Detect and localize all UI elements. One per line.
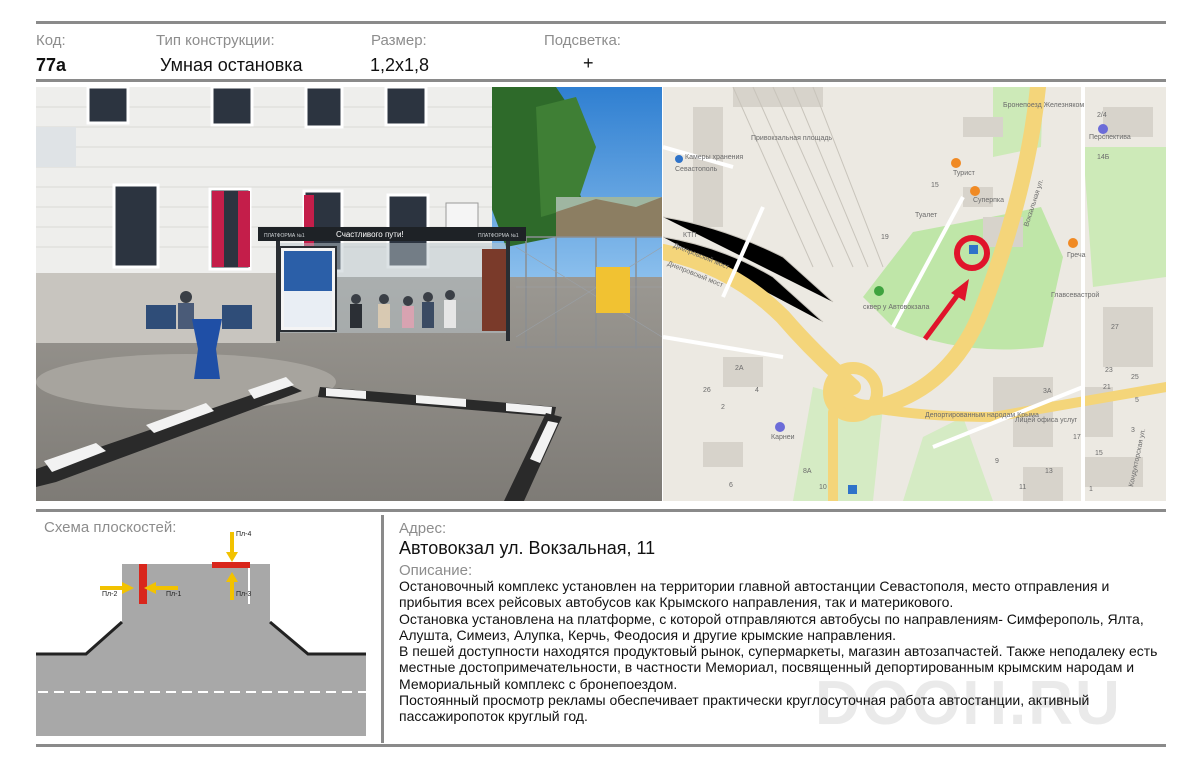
- description-paragraph: Остановочный комплекс установлен на терр…: [399, 578, 1110, 611]
- plane-scheme: Пл-4 Пл-2 Пл-1 Пл-3: [36, 531, 366, 736]
- house-number: 8А: [803, 468, 812, 475]
- location-photo: Счастливого пути! ПЛАТФОРМА №1 ПЛАТФОРМА…: [36, 87, 662, 501]
- map-label-bronepoezd: Бронепоезд Железняком: [1003, 102, 1084, 109]
- map-label-turist: Турист: [953, 170, 976, 177]
- type-value: Умная остановка: [160, 55, 303, 75]
- bus-stop-icon: [848, 485, 857, 494]
- house-number: 2/4: [1097, 112, 1107, 119]
- plane-4-label: Пл-4: [236, 531, 251, 538]
- poi-icon: [1098, 124, 1108, 134]
- description-paragraph: В пешей доступности находятся продуктовы…: [399, 643, 1158, 692]
- address-value: Автовокзал ул. Вокзальная, 11: [399, 538, 656, 558]
- map-label-ktp: КТП: [683, 232, 696, 239]
- house-number: 17: [1073, 434, 1081, 441]
- house-number: 19: [881, 234, 889, 241]
- size-value: 1,2х1,8: [370, 55, 430, 75]
- map-label-square: Привокзальная площадь: [751, 135, 832, 142]
- house-number: 15: [1095, 450, 1103, 457]
- poi-icon: [1068, 238, 1078, 248]
- plane-2-label: Пл-2: [102, 591, 117, 598]
- map-label-grecha: Греча: [1067, 252, 1086, 259]
- description-text: Остановочный комплекс установлен на терр…: [399, 578, 1159, 725]
- house-number: 26: [703, 387, 711, 394]
- size-label: Размер:: [371, 32, 427, 49]
- plane-1-label: Пл-1: [166, 591, 181, 598]
- house-number: 21: [1103, 384, 1111, 391]
- house-number: 23: [1105, 367, 1113, 374]
- plane-1-panel: [139, 564, 147, 604]
- poi-icon: [775, 422, 785, 432]
- house-number: 14Б: [1097, 154, 1110, 161]
- photo-illustration: Счастливого пути! ПЛАТФОРМА №1 ПЛАТФОРМА…: [36, 87, 662, 501]
- top-rule: [36, 21, 1166, 24]
- map-label-sevastopol: Севастополь: [675, 166, 718, 173]
- code-value: 77а: [36, 55, 67, 75]
- house-number: 9: [995, 458, 999, 465]
- address-label: Адрес:: [399, 520, 447, 537]
- description-paragraph: Остановка установлена на платформе, с ко…: [399, 610, 1144, 643]
- map-label-tualet: Туалет: [915, 212, 938, 219]
- description-label: Описание:: [399, 562, 473, 579]
- house-number: 10: [819, 484, 827, 491]
- middle-rule: [36, 509, 1166, 512]
- column-divider: [381, 515, 384, 743]
- map-label-licey: Лицей офиса услуг: [1015, 416, 1078, 424]
- map-label-perspektiva: Перспектива: [1089, 134, 1131, 141]
- poi-icon: [951, 158, 961, 168]
- description-paragraph: Постоянный просмотр рекламы обеспечивает…: [399, 692, 1090, 725]
- house-number: 5: [1135, 397, 1139, 404]
- plane-4-panel: [212, 562, 250, 568]
- house-number: 13: [1045, 468, 1053, 475]
- house-number: 3: [1131, 427, 1135, 434]
- house-number: 2А: [735, 365, 744, 372]
- bus-stop-icon: [969, 245, 978, 254]
- house-number: 15: [931, 182, 939, 189]
- park-icon: [874, 286, 884, 296]
- house-number: 6: [729, 482, 733, 489]
- map-label-kamery: Камеры хранения: [685, 154, 743, 161]
- map-label-karnei: Карнеи: [771, 434, 795, 441]
- shelter-banner: Счастливого пути!: [336, 230, 404, 239]
- house-number: 4: [755, 387, 759, 394]
- light-value: +: [583, 53, 594, 73]
- house-number: 2: [721, 404, 725, 411]
- house-number: 1: [1089, 486, 1093, 493]
- house-number: 27: [1111, 324, 1119, 331]
- shelter-tag-left: ПЛАТФОРМА №1: [264, 233, 305, 239]
- map-label-suprtka: Суперпка: [973, 197, 1004, 204]
- shelter-tag-right: ПЛАТФОРМА №1: [478, 233, 519, 239]
- light-label: Подсветка:: [544, 32, 621, 49]
- code-label: Код:: [36, 32, 66, 49]
- house-number: 3А: [1043, 388, 1052, 395]
- location-map: Вокзальная ул. Днепровский мост Днепровс…: [663, 87, 1166, 501]
- train-icon: [675, 155, 683, 163]
- bottom-rule: [36, 744, 1166, 747]
- type-label: Тип конструкции:: [156, 32, 275, 49]
- poi-icon: [970, 186, 980, 196]
- map-label-glavsevastroy: Главсевастрой: [1051, 291, 1099, 299]
- house-number: 25: [1131, 374, 1139, 381]
- header-rule: [36, 79, 1166, 82]
- plane-3-label: Пл-3: [236, 591, 251, 598]
- map-label-skver: сквер у Автовокзала: [863, 304, 929, 311]
- house-number: 11: [1019, 484, 1026, 491]
- map-illustration: Вокзальная ул. Днепровский мост Днепровс…: [663, 87, 1166, 501]
